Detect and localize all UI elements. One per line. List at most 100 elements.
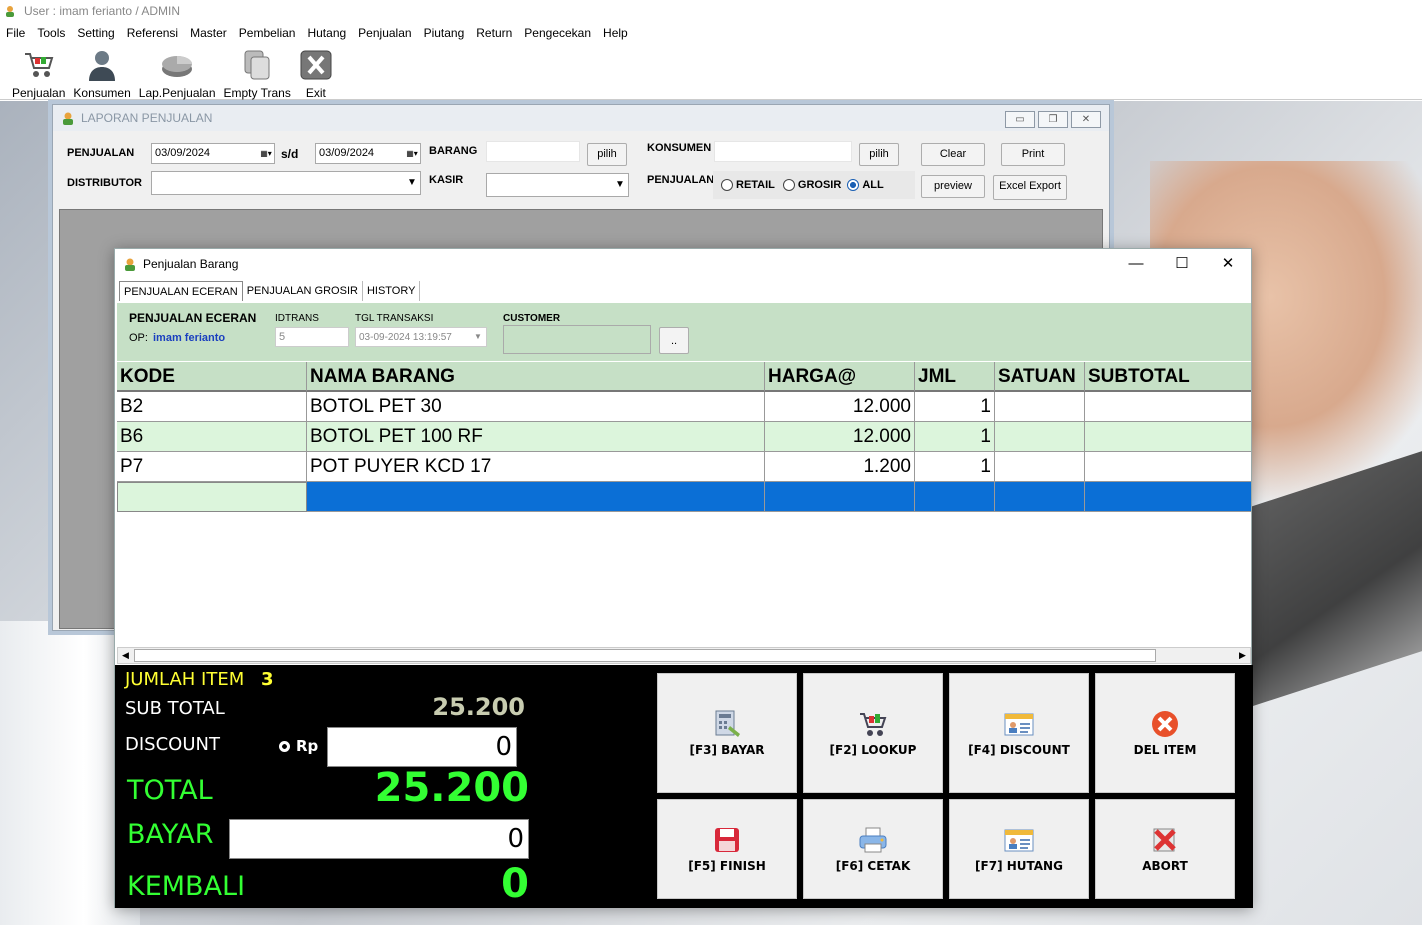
toolbar-penjualan-button[interactable]: Penjualan: [12, 44, 65, 100]
date-to-picker[interactable]: 03/09/2024 ▦▾: [315, 143, 421, 164]
distributor-select[interactable]: ▼: [151, 171, 421, 195]
menu-tools[interactable]: Tools: [31, 22, 71, 44]
menu-penjualan[interactable]: Penjualan: [352, 22, 417, 44]
penjualan-type-label: PENJUALAN: [647, 174, 715, 186]
calculator-icon: [715, 710, 740, 737]
print-button[interactable]: Print: [1001, 143, 1065, 166]
laporan-title-bar: LAPORAN PENJUALAN: [53, 105, 1109, 131]
chevron-down-icon: ▼: [407, 177, 417, 188]
all-radio[interactable]: [847, 179, 860, 191]
grid-horizontal-scrollbar[interactable]: ◀ ▶: [117, 647, 1251, 664]
table-row[interactable]: B6 BOTOL PET 100 RF 12.000 1: [117, 422, 1251, 452]
menu-piutang[interactable]: Piutang: [418, 22, 471, 44]
calendar-dropdown-icon: ▦▾: [406, 149, 418, 158]
restore-button[interactable]: ❐: [1038, 111, 1068, 128]
operator-name: imam ferianto: [153, 332, 226, 344]
del-item-button[interactable]: DEL ITEM: [1095, 673, 1235, 793]
excel-export-button[interactable]: Excel Export: [993, 175, 1067, 200]
cetak-button[interactable]: [F6] CETAK: [803, 799, 943, 899]
distributor-label: DISTRIBUTOR: [67, 177, 142, 189]
main-toolbar: Penjualan Konsumen Lap.Penjualan Empty T…: [0, 44, 1422, 100]
copy-icon: [244, 50, 270, 80]
idtrans-field: 5: [275, 327, 349, 347]
user-icon: [6, 6, 14, 17]
finish-button[interactable]: [F5] FINISH: [657, 799, 797, 899]
minimize-button[interactable]: —: [1113, 249, 1159, 279]
menu-return[interactable]: Return: [470, 22, 518, 44]
rp-radio[interactable]: [279, 741, 290, 752]
menu-help[interactable]: Help: [597, 22, 634, 44]
items-grid: KODE NAMA BARANG HARGA@ JML SATUAN SUBTO…: [117, 362, 1251, 647]
col-satuan[interactable]: SATUAN: [995, 362, 1085, 392]
tab-penjualan-eceran[interactable]: PENJUALAN ECERAN: [119, 281, 243, 301]
konsumen-pilih-button[interactable]: pilih: [859, 143, 899, 166]
customer-lookup-button[interactable]: ..: [659, 327, 689, 354]
scroll-left-icon[interactable]: ◀: [118, 648, 133, 663]
grosir-radio[interactable]: [782, 179, 795, 191]
bayar-input[interactable]: 0: [229, 819, 529, 859]
toolbar-konsumen-button[interactable]: Konsumen: [73, 44, 131, 100]
col-jml[interactable]: JML: [915, 362, 995, 392]
new-item-row[interactable]: [117, 482, 1251, 512]
date-from-picker[interactable]: 03/09/2024 ▦▾: [151, 143, 275, 164]
barang-pilih-button[interactable]: pilih: [587, 143, 627, 166]
lookup-button[interactable]: [F2] LOOKUP: [803, 673, 943, 793]
table-row[interactable]: P7 POT PUYER KCD 17 1.200 1: [117, 452, 1251, 482]
barang-input[interactable]: [486, 141, 580, 162]
menu-setting[interactable]: Setting: [71, 22, 120, 44]
close-button[interactable]: ✕: [1205, 249, 1251, 279]
menu-file[interactable]: File: [0, 22, 31, 44]
total-label: TOTAL: [127, 775, 213, 806]
menu-pengecekan[interactable]: Pengecekan: [518, 22, 597, 44]
kasir-select[interactable]: ▼: [486, 173, 629, 197]
preview-button[interactable]: preview: [921, 175, 985, 198]
minimize-button[interactable]: ▭: [1005, 111, 1035, 128]
toolbar-lap-penjualan-button[interactable]: Lap.Penjualan: [139, 44, 216, 100]
id-card-icon: [1004, 713, 1034, 736]
cart-icon: [860, 713, 887, 736]
user-icon: [63, 112, 73, 125]
sub-total-value: 25.200: [432, 693, 525, 721]
scroll-right-icon[interactable]: ▶: [1235, 648, 1250, 663]
close-button[interactable]: ✕: [1071, 111, 1101, 128]
tab-history[interactable]: HISTORY: [363, 281, 421, 301]
laporan-title: LAPORAN PENJUALAN: [81, 111, 213, 125]
hutang-button[interactable]: [F7] HUTANG: [949, 799, 1089, 899]
kembali-value: 0: [501, 861, 529, 907]
tab-penjualan-grosir[interactable]: PENJUALAN GROSIR: [243, 281, 363, 301]
col-nama-barang[interactable]: NAMA BARANG: [307, 362, 765, 392]
konsumen-label: KONSUMEN: [647, 142, 712, 154]
konsumen-input[interactable]: [714, 141, 852, 162]
laporan-filter-form: PENJUALAN 03/09/2024 ▦▾ s/d 03/09/2024 ▦…: [59, 133, 1103, 207]
kembali-label: KEMBALI: [127, 871, 246, 902]
rp-label: Rp: [296, 737, 319, 755]
menu-master[interactable]: Master: [184, 22, 233, 44]
col-harga[interactable]: HARGA@: [765, 362, 915, 392]
jumlah-item-value: 3: [261, 669, 274, 690]
toolbar-empty-trans-button[interactable]: Empty Trans: [224, 44, 291, 100]
customer-field[interactable]: [503, 325, 651, 354]
discount-button[interactable]: [F4] DISCOUNT: [949, 673, 1089, 793]
menu-hutang[interactable]: Hutang: [301, 22, 352, 44]
new-item-kode-cell[interactable]: [117, 482, 307, 512]
penjualan-tabs: PENJUALAN ECERAN PENJUALAN GROSIR HISTOR…: [119, 281, 421, 301]
toolbar-exit-button[interactable]: Exit: [299, 44, 333, 100]
sub-total-label: SUB TOTAL: [125, 698, 225, 719]
col-subtotal[interactable]: SUBTOTAL: [1085, 362, 1251, 392]
retail-radio[interactable]: [721, 179, 733, 191]
menu-referensi[interactable]: Referensi: [121, 22, 184, 44]
scrollbar-thumb[interactable]: [134, 649, 1156, 662]
col-kode[interactable]: KODE: [117, 362, 307, 392]
maximize-button[interactable]: ☐: [1159, 249, 1205, 279]
printer-icon: [859, 827, 887, 853]
grid-header-row: KODE NAMA BARANG HARGA@ JML SATUAN SUBTO…: [117, 362, 1251, 392]
table-row[interactable]: B2 BOTOL PET 30 12.000 1: [117, 392, 1251, 422]
chart-icon: [162, 56, 193, 77]
abort-button[interactable]: ABORT: [1095, 799, 1235, 899]
discount-input[interactable]: 0: [327, 727, 517, 767]
tgl-transaksi-picker[interactable]: 03-09-2024 13:19:57 ▼: [355, 327, 487, 347]
calendar-dropdown-icon: ▦▾: [260, 149, 272, 158]
bayar-button[interactable]: [F3] BAYAR: [657, 673, 797, 793]
menu-pembelian[interactable]: Pembelian: [233, 22, 302, 44]
clear-button[interactable]: Clear: [921, 143, 985, 166]
